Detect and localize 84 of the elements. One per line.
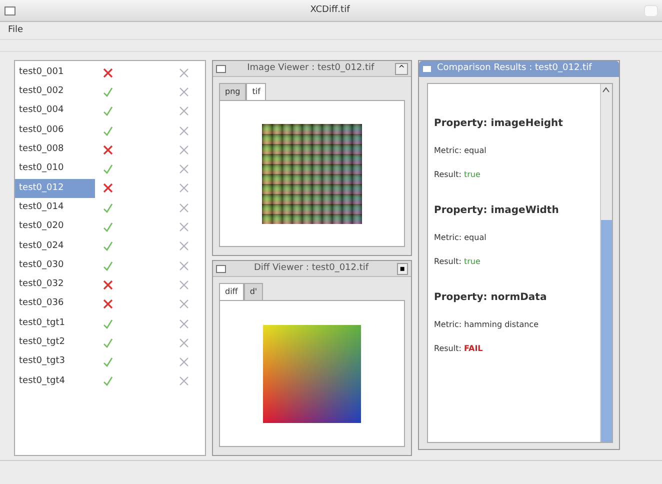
check-icon [103, 222, 113, 232]
cross-icon [179, 202, 189, 213]
cross-icon [179, 318, 189, 328]
cross-icon [179, 376, 189, 386]
window-button[interactable]: ^ [395, 62, 408, 74]
cross-icon [179, 86, 189, 97]
list-entry[interactable]: test0_036 [15, 294, 95, 314]
subwindow-title: Image Viewer : test0_012.tif [246, 62, 376, 75]
check-icon [103, 202, 113, 213]
list-entry[interactable]: test0_032 [15, 275, 95, 295]
result-label: Result: [434, 344, 462, 353]
scroll-up-icon[interactable] [601, 85, 611, 95]
cross-icon [179, 164, 189, 174]
check-icon [103, 241, 113, 252]
window-title: XCDiff.tif [309, 4, 351, 17]
window-icon [423, 66, 431, 72]
maximize-button[interactable] [644, 4, 658, 16]
window-title: Comparison Results : test0_012.tif [437, 62, 592, 76]
tab[interactable]: png [219, 83, 246, 100]
list-entry[interactable]: test0_004 [15, 102, 95, 121]
check-icon [103, 164, 113, 174]
list-entry[interactable]: test0_024 [15, 236, 95, 256]
list-entry[interactable]: test0_002 [15, 82, 95, 102]
cross-icon [103, 280, 113, 290]
list-entry[interactable]: test0_tgt4 [15, 372, 95, 392]
cross-icon [179, 260, 189, 271]
cross-icon [179, 222, 189, 232]
check-icon [103, 376, 113, 386]
cross-icon [179, 183, 189, 194]
result-label: Result: [434, 257, 462, 266]
property-heading: Property: normData [434, 291, 548, 305]
tab[interactable]: diff [219, 283, 244, 300]
metric-value: equal [464, 233, 486, 242]
list-entry[interactable]: test0_tgt1 [15, 314, 95, 334]
cross-icon [179, 126, 189, 136]
list-entry[interactable]: test0_006 [15, 120, 95, 140]
check-icon [103, 318, 113, 328]
result-value: FAIL [464, 344, 483, 353]
check-icon [103, 338, 113, 348]
list-entry[interactable]: test0_030 [15, 256, 95, 276]
metric-value: equal [464, 146, 486, 155]
cross-icon [179, 280, 189, 290]
cross-icon [179, 338, 189, 348]
cross-icon [103, 299, 113, 310]
check-icon [103, 260, 113, 271]
check-icon [103, 357, 113, 368]
cross-icon [103, 144, 113, 155]
list-entry[interactable]: test0_001 [15, 63, 95, 82]
scrollbar-thumb[interactable] [601, 220, 612, 442]
list-entry[interactable]: test0_008 [15, 140, 95, 160]
scrollbar[interactable] [600, 84, 612, 442]
cross-icon [103, 183, 113, 194]
cross-icon [179, 299, 189, 310]
list-entry[interactable]: test0_010 [15, 159, 95, 179]
cross-icon [103, 68, 113, 78]
tab[interactable]: tif [246, 83, 266, 100]
cross-icon [179, 68, 189, 78]
property-heading: Property: imageWidth [434, 204, 560, 218]
window-icon [216, 64, 226, 72]
result-label: Result: [434, 170, 462, 179]
window-icon [216, 264, 226, 272]
list-entry[interactable]: test0_tgt3 [15, 352, 95, 372]
tab[interactable]: d' [244, 283, 264, 300]
result-value: true [464, 257, 480, 266]
cross-icon [179, 106, 189, 116]
metric-label: Metric: [434, 146, 462, 155]
list-entry[interactable]: test0_014 [15, 198, 95, 218]
check-icon [103, 126, 113, 136]
result-value: true [464, 170, 480, 179]
metric-label: Metric: [434, 320, 462, 329]
subwindow-title: Diff Viewer : test0_012.tif [252, 262, 370, 275]
list-entry[interactable]: test0_020 [15, 217, 95, 237]
property-heading: Property: imageHeight [434, 117, 564, 131]
cross-icon [179, 357, 189, 368]
cross-icon [179, 144, 189, 155]
window-icon [4, 6, 16, 16]
menu-item[interactable]: File [8, 24, 24, 38]
metric-label: Metric: [434, 233, 462, 242]
metric-value: hamming distance [464, 320, 538, 329]
window-button[interactable]: ▪ [396, 262, 408, 274]
check-icon [103, 106, 113, 116]
list-entry[interactable]: test0_tgt2 [15, 333, 95, 352]
cross-icon [179, 241, 189, 252]
check-icon [103, 86, 113, 97]
